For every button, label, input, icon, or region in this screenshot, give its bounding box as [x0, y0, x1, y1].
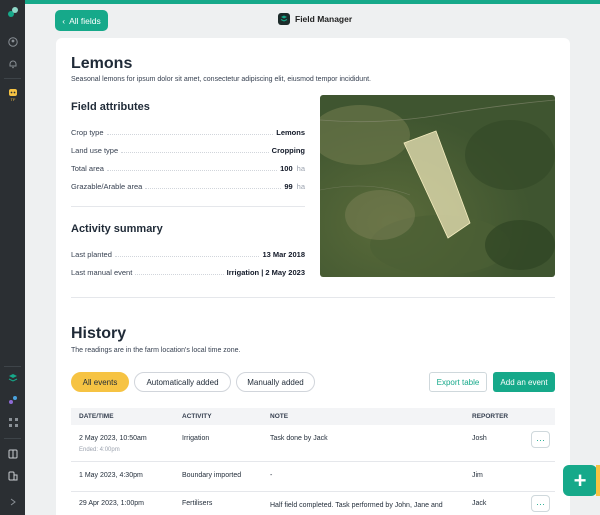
attribute-value: Cropping	[271, 146, 305, 155]
all-fields-label: All fields	[69, 15, 101, 26]
leader-dots	[114, 256, 260, 257]
table-row[interactable]: 1 May 2023, 4:30pm Boundary imported - J…	[71, 462, 555, 492]
field-name: Lemons	[71, 55, 133, 72]
more-options-button[interactable]: ···	[531, 431, 550, 448]
left-rail: TF	[0, 0, 25, 515]
leader-dots	[145, 188, 282, 189]
attribute-label: Land use type	[71, 146, 119, 155]
filter-all-events[interactable]: All events	[71, 372, 129, 392]
row-reporter: Josh	[472, 435, 487, 442]
column-date: DATE/TIME	[79, 413, 114, 420]
attribute-row: Total area 100 ha	[71, 161, 305, 173]
attribute-row: Land use type Cropping	[71, 143, 305, 155]
history-table-header: DATE/TIME ACTIVITY NOTE REPORTER	[71, 408, 555, 425]
row-note: Task done by Jack	[270, 435, 328, 442]
attribute-row: Crop type Lemons	[71, 125, 305, 137]
row-date: 29 Apr 2023, 1:00pm	[79, 500, 144, 507]
devices-icon[interactable]	[7, 470, 19, 482]
attribute-unit: ha	[296, 164, 305, 173]
field-details-card: Lemons Seasonal lemons for ipsum dolor s…	[56, 38, 570, 515]
add-event-button[interactable]: Add an event	[493, 372, 555, 392]
row-activity: Fertilisers	[182, 500, 213, 507]
leader-dots	[135, 274, 224, 275]
app-logo-icon[interactable]	[7, 6, 19, 18]
field-manager-icon[interactable]	[7, 372, 19, 384]
attribute-value: Lemons	[276, 128, 305, 137]
expand-rail-icon[interactable]	[7, 496, 19, 508]
add-fab-button[interactable]: +	[563, 465, 597, 496]
attribute-value: 100	[280, 164, 293, 173]
activity-value: 13 Mar 2018	[262, 250, 305, 259]
column-reporter: REPORTER	[472, 413, 509, 420]
page-header: ‹ All fields Field Manager	[25, 4, 600, 38]
activity-label: Last manual event	[71, 268, 133, 277]
row-activity: Boundary imported	[182, 472, 242, 479]
export-table-button[interactable]: Export table	[429, 372, 487, 392]
chevron-left-icon: ‹	[62, 15, 66, 26]
section-divider	[71, 297, 555, 298]
attribute-value: 99	[284, 182, 293, 191]
apps-grid-icon[interactable]	[7, 416, 19, 428]
row-reporter: Jack	[472, 500, 487, 507]
attribute-label: Total area	[71, 164, 104, 173]
column-activity: ACTIVITY	[182, 413, 212, 420]
leader-dots	[106, 170, 278, 171]
attribute-row: Grazable/Arable area 99 ha	[71, 179, 305, 191]
book-icon[interactable]	[7, 448, 19, 460]
more-options-button[interactable]: ···	[531, 495, 550, 512]
activity-row: Last manual event Irrigation | 2 May 202…	[71, 265, 305, 277]
table-row[interactable]: 29 Apr 2023, 1:00pm Fertilisers Half fie…	[71, 492, 555, 515]
farm-avatar-label: TF	[10, 97, 16, 102]
filter-automatically-added[interactable]: Automatically added	[134, 372, 231, 392]
row-note: -	[270, 472, 273, 479]
field-satellite-map[interactable]	[320, 95, 555, 277]
attribute-unit: ha	[296, 182, 305, 191]
history-subtitle: The readings are in the farm location's …	[71, 347, 241, 354]
user-icon[interactable]	[7, 36, 19, 48]
app-title-text: Field Manager	[295, 14, 353, 24]
row-activity: Irrigation	[182, 435, 210, 442]
row-date: 2 May 2023, 10:50am	[79, 435, 147, 442]
rail-divider	[4, 366, 21, 367]
history-title: History	[71, 325, 127, 342]
column-note: NOTE	[270, 413, 289, 420]
farm-avatar[interactable]: TF	[7, 87, 19, 103]
app-title: Field Manager	[278, 13, 352, 25]
leader-dots	[106, 134, 274, 135]
filter-manually-added[interactable]: Manually added	[236, 372, 315, 392]
integrations-icon[interactable]	[7, 394, 19, 406]
bell-icon[interactable]	[7, 58, 19, 70]
attribute-label: Grazable/Arable area	[71, 182, 143, 191]
activity-row: Last planted 13 Mar 2018	[71, 247, 305, 259]
row-ended: Ended: 4:00pm	[79, 447, 120, 453]
activity-value: Irrigation | 2 May 2023	[226, 268, 305, 277]
field-description: Seasonal lemons for ipsum dolor sit amet…	[71, 76, 371, 83]
activity-summary-title: Activity summary	[71, 223, 163, 235]
all-fields-button[interactable]: ‹ All fields	[55, 10, 108, 31]
rail-divider	[4, 438, 21, 439]
leader-dots	[121, 152, 269, 153]
field-attributes-title: Field attributes	[71, 101, 150, 113]
row-note: Half field completed. Task performed by …	[270, 502, 443, 509]
attribute-label: Crop type	[71, 128, 104, 137]
fab-accent-edge	[596, 465, 600, 496]
section-divider	[71, 206, 305, 207]
activity-label: Last planted	[71, 250, 112, 259]
table-row[interactable]: 2 May 2023, 10:50am Ended: 4:00pm Irriga…	[71, 425, 555, 462]
field-manager-logo-icon	[278, 13, 290, 25]
row-date: 1 May 2023, 4:30pm	[79, 472, 143, 479]
rail-divider	[4, 78, 21, 79]
row-reporter: Jim	[472, 472, 483, 479]
